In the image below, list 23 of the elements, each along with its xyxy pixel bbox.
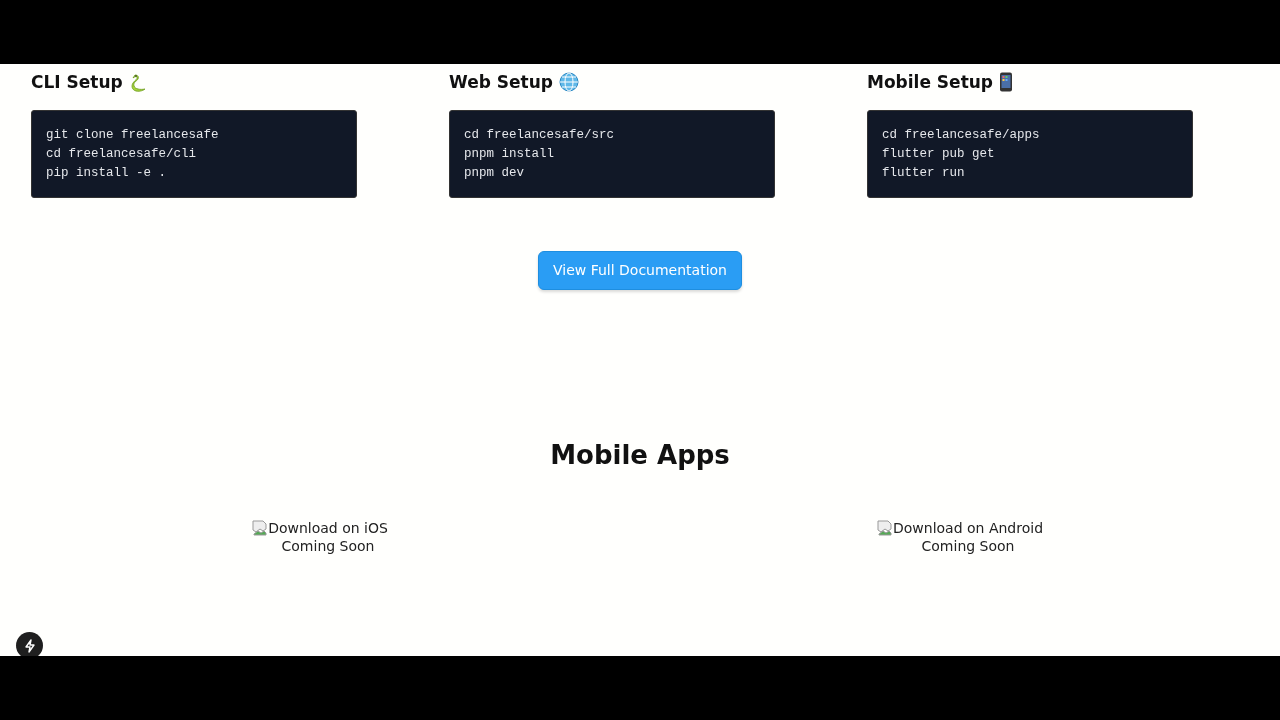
section-heading: CLI Setup: [31, 71, 123, 93]
section-title: Mobile Apps: [550, 440, 730, 472]
code-line: flutter pub get: [882, 146, 995, 163]
broken-image-icon: [252, 520, 269, 537]
status-text: Coming Soon: [280, 537, 375, 556]
download-link[interactable]: Download on iOS: [268, 519, 388, 538]
code-line: git clone freelancesafe: [46, 127, 219, 144]
code-line: flutter run: [882, 165, 965, 182]
broken-image-icon: [876, 520, 893, 537]
section-heading: Mobile Setup: [867, 71, 994, 93]
phone-icon: [999, 72, 1014, 92]
code-line: cd freelancesafe/apps: [882, 127, 1040, 144]
code-line: pip install -e .: [46, 165, 167, 182]
download-link[interactable]: Download on Android: [892, 519, 1044, 538]
code-line: pnpm install: [464, 146, 554, 163]
lightning-button[interactable]: [16, 632, 43, 656]
code-line: cd freelancesafe/cli: [46, 146, 197, 163]
code-line: cd freelancesafe/src: [464, 127, 615, 144]
code-line: pnpm dev: [464, 165, 524, 182]
lightning-icon: [23, 638, 36, 653]
globe-icon: [558, 72, 579, 92]
status-text: Coming Soon: [920, 537, 1015, 556]
section-heading: Web Setup: [449, 71, 553, 93]
